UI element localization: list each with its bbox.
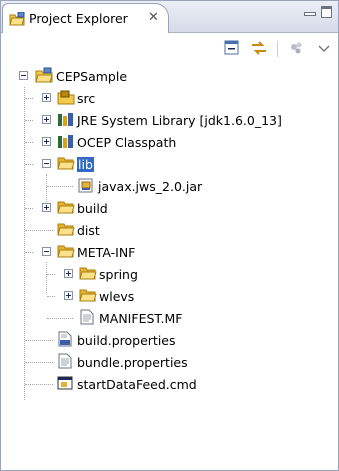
minimize-icon[interactable]: [303, 7, 316, 19]
folder-open-icon: [57, 243, 75, 262]
collapse-toggle[interactable]: [42, 159, 51, 168]
filters-icon[interactable]: [288, 39, 306, 57]
folder-icon: [57, 221, 75, 240]
folder-open-icon: [57, 155, 75, 174]
expand-toggle[interactable]: [64, 269, 73, 278]
expand-toggle[interactable]: [42, 137, 51, 146]
tree-guide-line: [25, 208, 33, 209]
tree-guide-line: [25, 142, 33, 143]
expand-toggle[interactable]: [42, 203, 51, 212]
project-icon: [35, 67, 53, 86]
tree-guide-line: [25, 362, 53, 363]
tree-guide-line: [47, 296, 55, 297]
tree-guide-line: [24, 87, 25, 400]
maximize-icon[interactable]: [321, 6, 332, 18]
properties-file-icon: [57, 331, 73, 350]
source-folder-icon: [57, 89, 75, 108]
tree-guide-line: [25, 120, 33, 121]
tree-guide-line: [25, 164, 33, 165]
tab-project-explorer[interactable]: Project Explorer ✕: [2, 3, 169, 33]
close-icon[interactable]: ✕: [148, 10, 159, 25]
project-explorer-view: Project Explorer ✕ CEPSample src JRE Sys…: [0, 0, 339, 471]
folder-icon: [79, 287, 97, 306]
tree-guide-line: [25, 252, 33, 253]
project-explorer-icon: [9, 11, 25, 29]
link-with-editor-icon[interactable]: [250, 39, 268, 57]
expand-toggle[interactable]: [42, 115, 51, 124]
command-file-icon: [57, 375, 73, 394]
collapse-all-icon[interactable]: [223, 39, 241, 57]
tree-guide-line: [25, 340, 53, 341]
tree-guide-line: [47, 318, 73, 319]
text-file-icon: [79, 309, 95, 328]
expand-toggle[interactable]: [42, 93, 51, 102]
collapse-toggle[interactable]: [19, 71, 28, 80]
view-toolbar: [1, 33, 338, 63]
tree-guide-line: [25, 98, 33, 99]
collapse-toggle[interactable]: [42, 247, 51, 256]
text-file-icon: [57, 353, 73, 372]
tree-guide-line: [25, 230, 53, 231]
expand-toggle[interactable]: [64, 291, 73, 300]
tree-guide-line: [47, 186, 73, 187]
view-title: Project Explorer: [29, 11, 128, 26]
project-tree: CEPSample src JRE System Library [jdk1.6…: [1, 65, 338, 465]
view-tab-bar: Project Explorer ✕: [1, 1, 338, 33]
tree-guide-line: [47, 274, 55, 275]
library-icon: [57, 133, 75, 152]
chevron-down-icon[interactable]: [318, 42, 336, 60]
folder-icon: [79, 265, 97, 284]
folder-icon: [57, 199, 75, 218]
tree-guide-line: [46, 262, 47, 293]
jar-file-icon: [78, 177, 94, 196]
library-icon: [57, 111, 75, 130]
tree-guide-line: [25, 384, 53, 385]
toolbar-separator: [277, 41, 278, 57]
